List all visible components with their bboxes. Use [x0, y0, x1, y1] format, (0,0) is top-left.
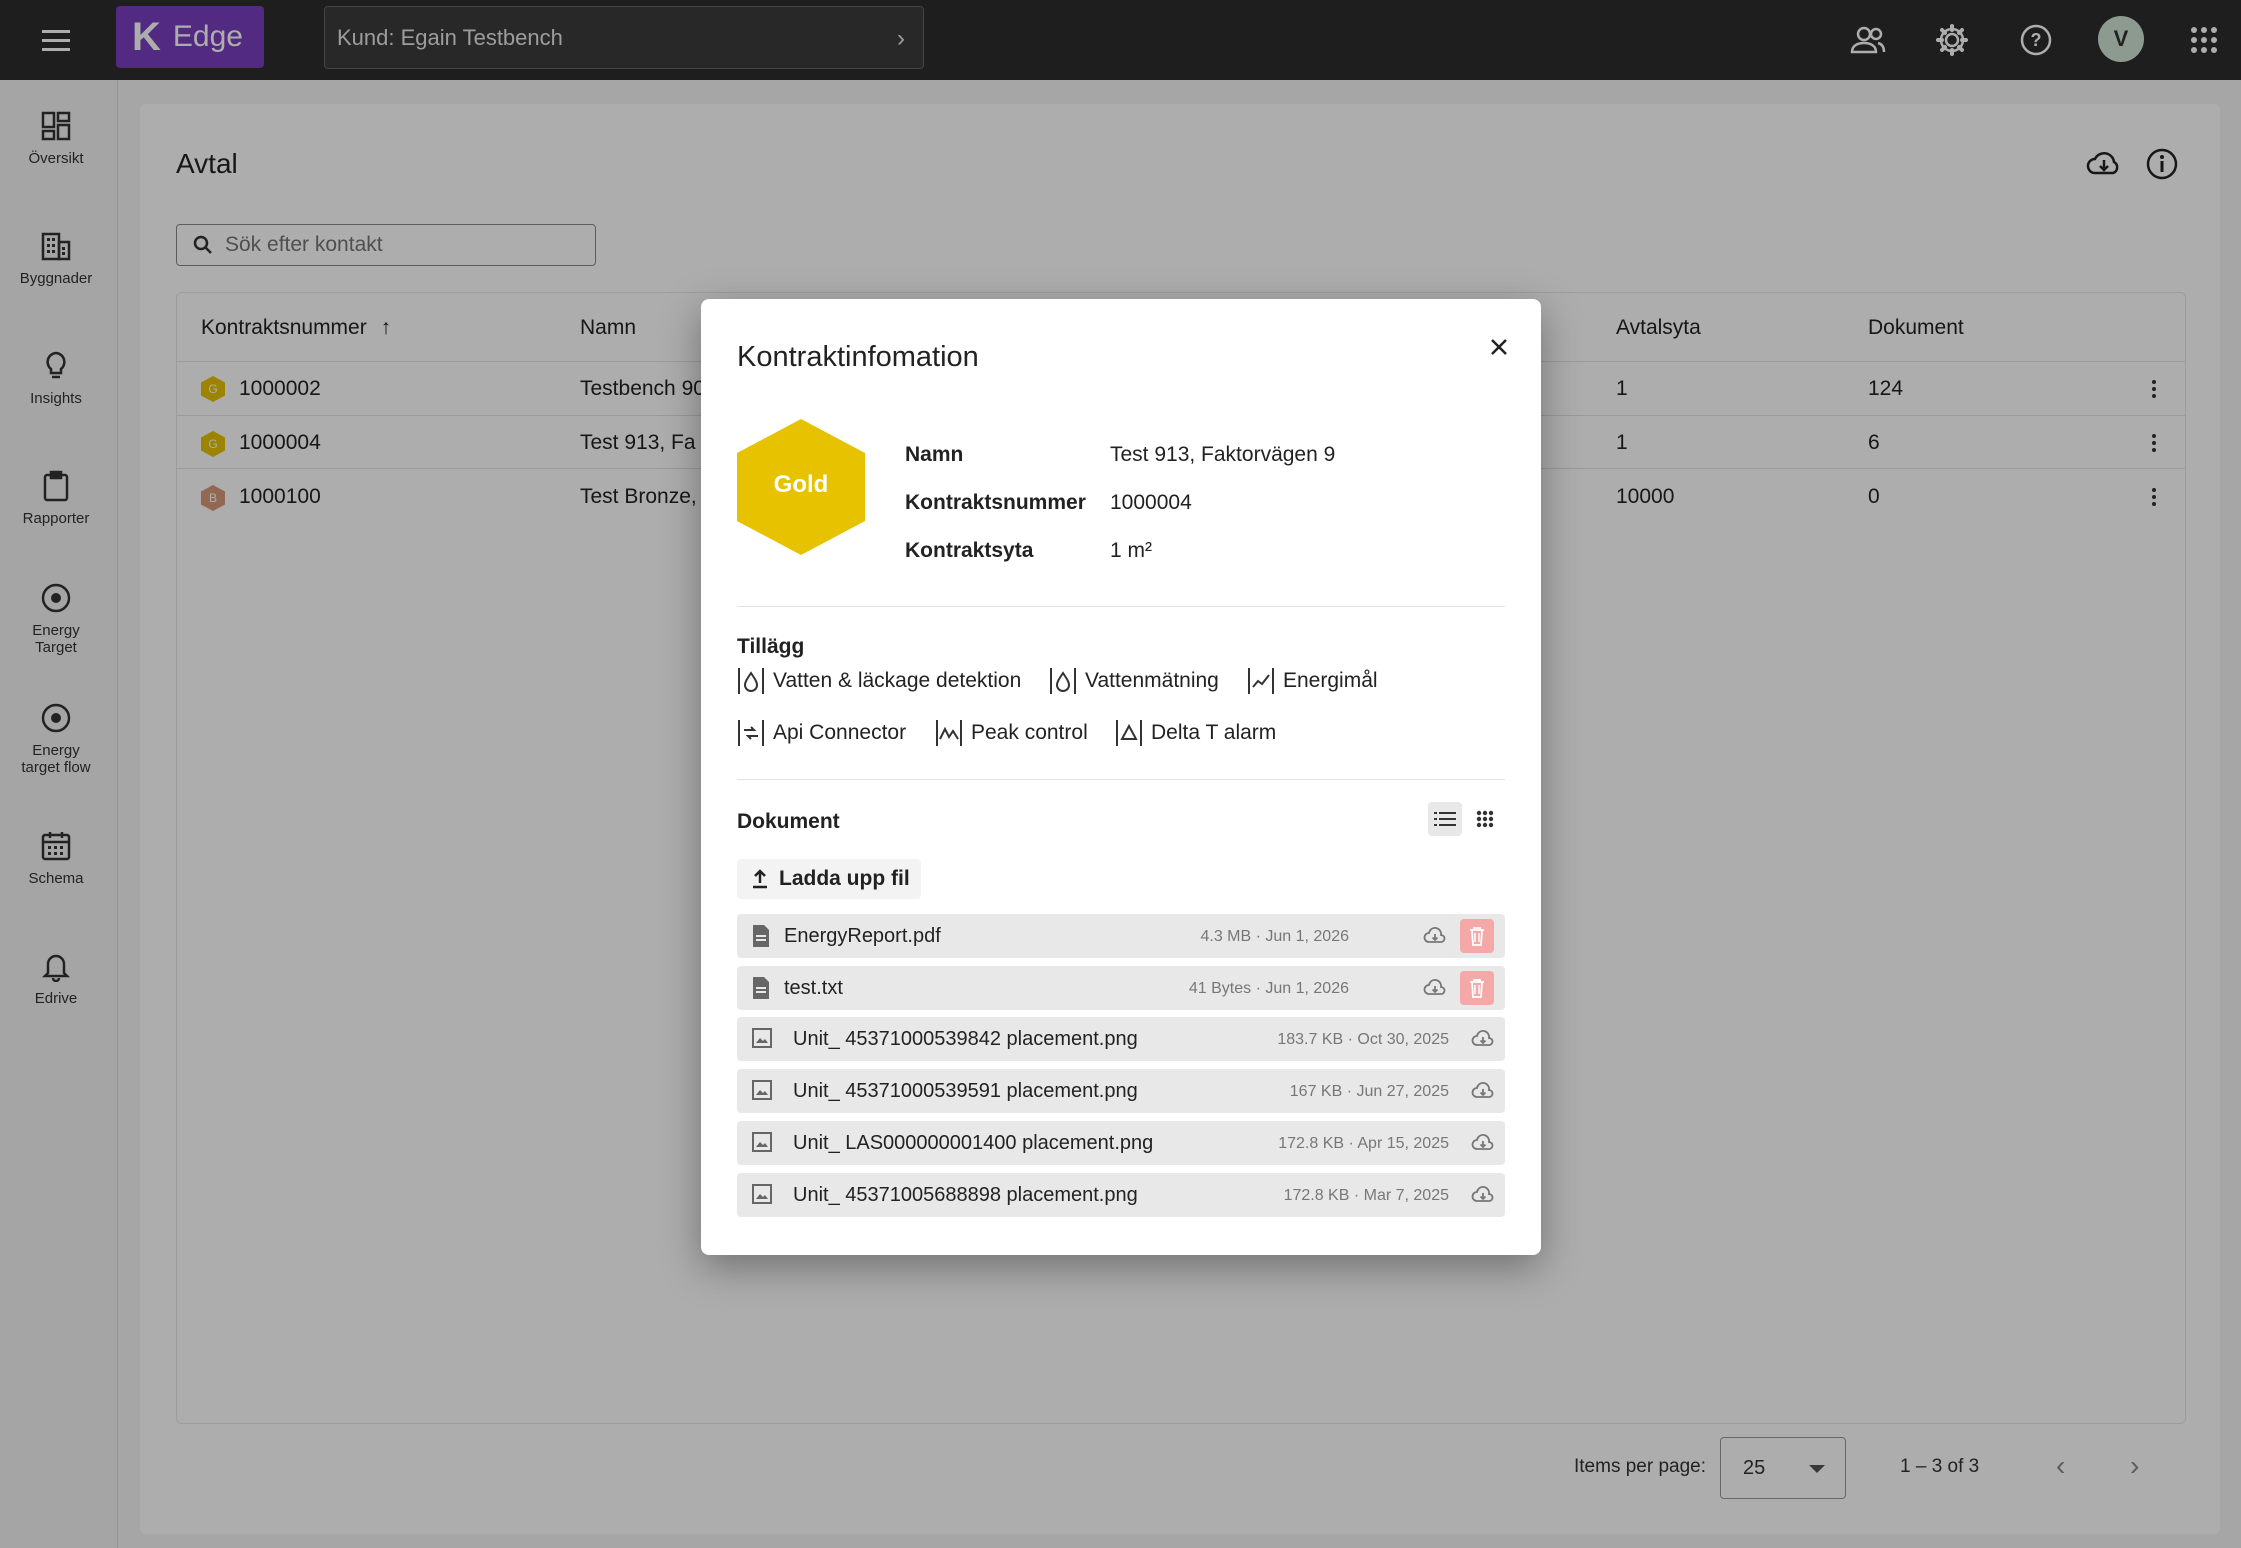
file-meta: 172.8 KB · Apr 15, 2025 — [1278, 1135, 1449, 1152]
field-value-kontraktsyta: 1 m² — [1110, 539, 1152, 562]
field-label-kontraktsyta: Kontraktsyta — [905, 539, 1034, 562]
addon-api-connector: Api Connector — [737, 719, 906, 747]
field-value-namn: Test 913, Faktorvägen 9 — [1110, 443, 1336, 466]
file-name[interactable]: test.txt — [784, 977, 843, 1000]
file-row[interactable]: test.txt 41 Bytes · Jun 1, 2026 — [737, 966, 1505, 1010]
close-icon[interactable] — [1481, 329, 1517, 365]
download-icon[interactable] — [1469, 1129, 1497, 1157]
field-label-namn: Namn — [905, 443, 964, 466]
image-file-icon — [752, 1028, 772, 1048]
file-meta: 41 Bytes · Jun 1, 2026 — [1188, 980, 1349, 997]
document-file-icon — [753, 925, 769, 947]
image-file-icon — [752, 1184, 772, 1204]
field-label-kontraktsnummer: Kontraktsnummer — [905, 491, 1086, 514]
file-row[interactable]: Unit_ 45371005688898 placement.png 172.8… — [737, 1173, 1505, 1217]
file-row[interactable]: EnergyReport.pdf 4.3 MB · Jun 1, 2026 — [737, 914, 1505, 958]
download-icon[interactable] — [1469, 1077, 1497, 1105]
contract-info-dialog: Kontraktinfomation Gold Namn Test 913, F… — [701, 299, 1541, 1255]
peak-icon — [936, 720, 962, 746]
file-meta: 183.7 KB · Oct 30, 2025 — [1277, 1031, 1449, 1048]
file-name[interactable]: Unit_ 45371000539842 placement.png — [793, 1028, 1138, 1051]
documents-title: Dokument — [737, 810, 840, 833]
section-divider — [737, 779, 1505, 780]
file-name[interactable]: Unit_ 45371000539591 placement.png — [793, 1080, 1138, 1103]
delete-button[interactable] — [1460, 919, 1494, 953]
addon-peak-control: Peak control — [935, 719, 1088, 747]
file-row[interactable]: Unit_ 45371000539842 placement.png 183.7… — [737, 1017, 1505, 1061]
upload-icon — [753, 869, 767, 889]
addon-vattenmatning: Vattenmätning — [1049, 667, 1219, 695]
trash-icon — [1470, 927, 1484, 946]
field-value-kontraktsnummer: 1000004 — [1110, 491, 1192, 514]
file-row[interactable]: Unit_ 45371000539591 placement.png 167 K… — [737, 1069, 1505, 1113]
delta-icon — [1116, 720, 1142, 746]
image-file-icon — [752, 1080, 772, 1100]
trash-icon — [1470, 979, 1484, 998]
addons-title: Tillägg — [737, 635, 805, 658]
file-meta: 4.3 MB · Jun 1, 2026 — [1200, 928, 1349, 945]
delete-button[interactable] — [1460, 971, 1494, 1005]
api-connector-icon — [738, 720, 764, 746]
dialog-title: Kontraktinfomation — [737, 341, 979, 373]
water-drop-icon — [1050, 668, 1076, 694]
file-name[interactable]: Unit_ 45371005688898 placement.png — [793, 1184, 1138, 1207]
download-icon[interactable] — [1421, 974, 1449, 1002]
addon-delta-t-alarm: Delta T alarm — [1115, 719, 1276, 747]
file-row[interactable]: Unit_ LAS000000001400 placement.png 172.… — [737, 1121, 1505, 1165]
document-file-icon — [753, 977, 769, 999]
tier-label: Gold — [773, 471, 829, 498]
addon-vatten-lackage: Vatten & läckage detektion — [737, 667, 1021, 695]
section-divider — [737, 606, 1505, 607]
list-view-icon[interactable] — [1428, 802, 1462, 836]
download-icon[interactable] — [1421, 922, 1449, 950]
upload-file-button[interactable]: Ladda upp fil — [737, 859, 921, 899]
download-icon[interactable] — [1469, 1025, 1497, 1053]
file-name[interactable]: EnergyReport.pdf — [784, 925, 941, 948]
grid-view-icon[interactable] — [1468, 802, 1502, 836]
addon-energimal: Energimål — [1247, 667, 1378, 695]
download-icon[interactable] — [1469, 1181, 1497, 1209]
file-name[interactable]: Unit_ LAS000000001400 placement.png — [793, 1132, 1153, 1155]
file-meta: 172.8 KB · Mar 7, 2025 — [1283, 1187, 1449, 1204]
water-drop-icon — [738, 668, 764, 694]
chart-trend-icon — [1248, 668, 1274, 694]
image-file-icon — [752, 1132, 772, 1152]
file-meta: 167 KB · Jun 27, 2025 — [1289, 1083, 1449, 1100]
